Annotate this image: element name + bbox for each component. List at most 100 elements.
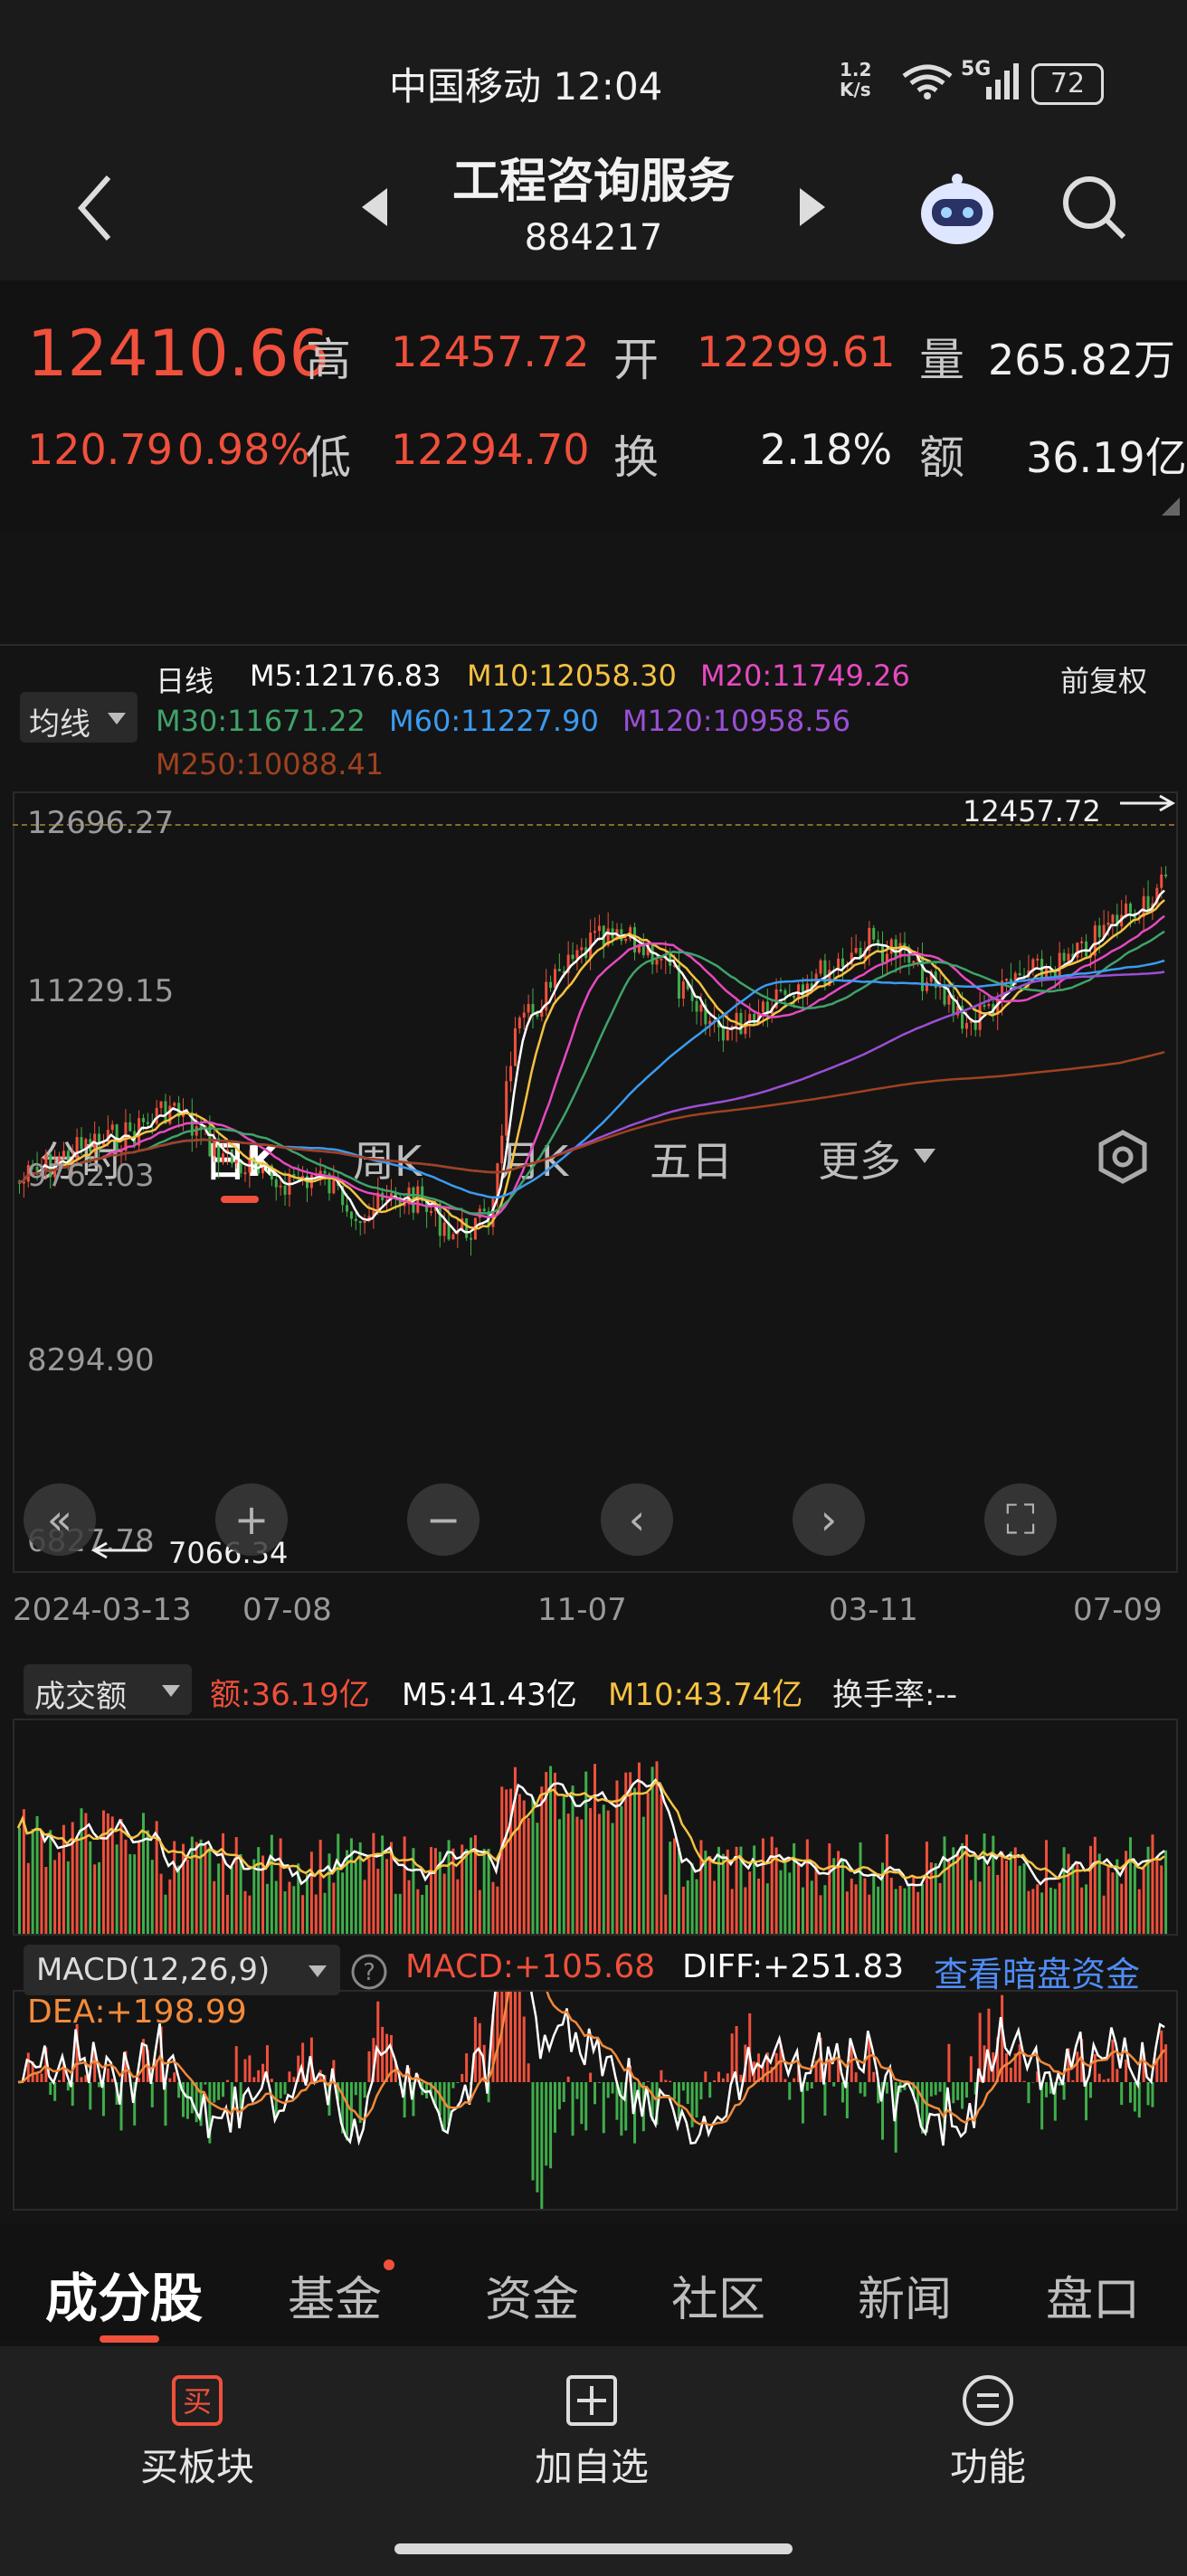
macd-histogram-bar <box>225 2079 229 2082</box>
volume-bar <box>536 1823 539 1934</box>
macd-histogram-bar <box>850 2044 853 2082</box>
tab-capital[interactable]: 资金 <box>485 2261 579 2329</box>
volume-bar <box>840 1858 844 1934</box>
volume-bar <box>398 1893 402 1934</box>
buy-sector-button[interactable]: 买 买板块 <box>107 2373 288 2492</box>
volume-bar <box>1027 1890 1030 1934</box>
ma-type-selector[interactable]: 均线 <box>20 692 138 743</box>
candle-body <box>518 1018 521 1028</box>
candle-body <box>222 1153 225 1163</box>
volume-bar <box>1080 1887 1084 1934</box>
volume-bar <box>1133 1865 1136 1934</box>
macd-histogram-bar <box>217 2082 221 2100</box>
tab-order-book[interactable]: 盘口 <box>1046 2261 1140 2329</box>
adjust-selector[interactable]: 前复权 <box>1060 658 1147 700</box>
y-label-top: 12696.27 <box>27 805 175 841</box>
volume-bar <box>828 1843 831 1934</box>
volume-bar <box>637 1762 641 1934</box>
candle-body <box>465 1218 469 1238</box>
volume-bar <box>1088 1845 1092 1934</box>
y-label-3: 9762.03 <box>27 1158 155 1194</box>
fullscreen-button[interactable]: ⛶ <box>984 1483 1057 1556</box>
macd-histogram-bar <box>681 2082 685 2091</box>
add-watchlist-button[interactable]: 加自选 <box>501 2373 682 2492</box>
macd-histogram-bar <box>783 2079 787 2082</box>
macd-indicator-selector[interactable]: MACD(12,26,9) <box>24 1945 340 1995</box>
macd-histogram-bar <box>788 2082 792 2100</box>
macd-histogram-bar <box>757 2053 761 2082</box>
volume-bar <box>270 1834 273 1934</box>
volume-bar <box>332 1882 336 1934</box>
candle-body <box>872 927 876 940</box>
macd-histogram-bar <box>513 1857 517 2082</box>
kline-chart[interactable] <box>13 791 1178 1573</box>
volume-indicator-selector[interactable]: 成交额 <box>24 1664 192 1715</box>
macd-histogram-bar <box>713 2080 717 2082</box>
candle-body <box>1080 941 1084 943</box>
macd-histogram-bar <box>110 2079 114 2082</box>
volume-bar <box>797 1863 801 1934</box>
volume-bar <box>845 1891 849 1934</box>
macd-histogram-bar <box>106 2068 109 2082</box>
macd-histogram-bar <box>938 2082 942 2092</box>
volume-bar <box>80 1808 83 1934</box>
next-stock-icon[interactable] <box>796 186 827 228</box>
volume-bar <box>854 1884 858 1934</box>
volume-bar <box>456 1879 460 1934</box>
volume-bar <box>496 1886 499 1934</box>
robot-assistant-icon[interactable] <box>914 168 1001 250</box>
volume-bar <box>686 1880 689 1934</box>
functions-button[interactable]: 功能 <box>897 2373 1078 2492</box>
volume-bar <box>916 1891 920 1934</box>
help-icon[interactable]: ? <box>349 1952 389 1992</box>
scroll-right-button[interactable]: › <box>793 1483 865 1556</box>
ma60-line <box>17 959 1165 1199</box>
volume-bar <box>531 1796 535 1934</box>
volume-bar <box>1053 1889 1057 1934</box>
volume-bar <box>761 1838 764 1934</box>
candle-body <box>964 1023 968 1029</box>
volume-bar <box>1062 1847 1066 1934</box>
tab-funds[interactable]: 基金 <box>288 2261 382 2329</box>
macd-chart[interactable] <box>13 1819 1178 2226</box>
dark-pool-link[interactable]: 查看暗盘资金 <box>934 1946 1140 1996</box>
volume-bar <box>416 1889 420 1934</box>
macd-histogram-bar <box>1076 2051 1079 2082</box>
home-indicator <box>394 2543 793 2554</box>
scroll-left-fast-button[interactable]: « <box>24 1483 96 1556</box>
tab-constituents[interactable]: 成分股 <box>45 2256 203 2332</box>
volume-chart[interactable] <box>13 1719 1178 1936</box>
volume-bar <box>699 1840 703 1934</box>
volume-bar <box>819 1895 822 1934</box>
macd-histogram-bar <box>456 2082 460 2083</box>
expand-corner-icon[interactable] <box>1162 497 1180 516</box>
chevron-down-icon <box>108 713 126 724</box>
macd-histogram-bar <box>575 2082 579 2099</box>
volume-bar <box>1004 1860 1008 1934</box>
zoom-out-button[interactable]: − <box>407 1483 480 1556</box>
candle-body <box>655 959 659 965</box>
volume-bar <box>75 1837 79 1934</box>
candle-body <box>536 1013 539 1017</box>
volume-bar <box>433 1848 437 1934</box>
zoom-in-button[interactable]: + <box>215 1483 288 1556</box>
volume-bar <box>257 1847 261 1934</box>
macd-histogram-bar <box>704 2071 707 2082</box>
volume-bar <box>921 1883 925 1934</box>
low-value: 12294.70 <box>391 425 590 474</box>
macd-histogram-bar <box>518 1933 521 2082</box>
search-icon[interactable] <box>1059 172 1131 244</box>
volume-bar <box>646 1793 650 1934</box>
volume-bar <box>185 1859 189 1934</box>
volume-bar <box>40 1830 43 1934</box>
volume-bar <box>717 1846 720 1934</box>
tab-community[interactable]: 社区 <box>671 2261 765 2329</box>
macd-histogram-bar <box>1128 2082 1132 2103</box>
scroll-left-button[interactable]: ‹ <box>601 1483 673 1556</box>
candle-body <box>155 1107 158 1124</box>
candle-body <box>505 1081 508 1136</box>
volume-bar <box>744 1887 747 1934</box>
volume-bar <box>323 1892 327 1934</box>
macd-histogram-bar <box>854 2072 858 2082</box>
tab-news[interactable]: 新闻 <box>858 2261 952 2329</box>
